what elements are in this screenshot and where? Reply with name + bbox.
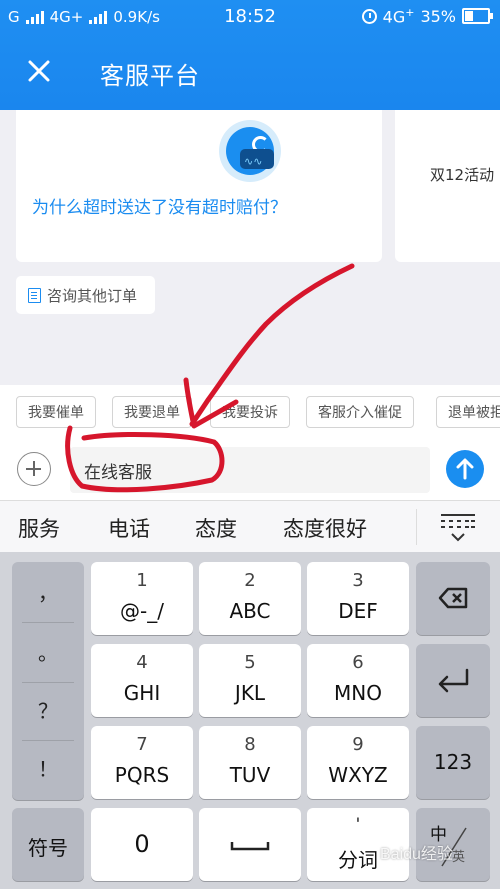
key-number: 1 xyxy=(136,570,148,591)
document-icon xyxy=(28,287,41,303)
candidate-word[interactable]: 态度 xyxy=(195,513,237,543)
faq-card-next-text: 双12活动 xyxy=(430,166,495,184)
key-1[interactable]: 1 @-_/ xyxy=(91,562,193,635)
key-7[interactable]: 7 PQRS xyxy=(91,726,193,799)
key-letters: DEF xyxy=(338,599,378,623)
arrow-up-icon xyxy=(456,458,474,480)
key-8[interactable]: 8 TUV xyxy=(199,726,301,799)
key-5[interactable]: 5 JKL xyxy=(199,644,301,717)
segment-apostrophe: ' xyxy=(355,814,361,833)
plus-button[interactable] xyxy=(17,452,51,486)
punctuation-column[interactable]: ， 。 ？ ！ xyxy=(12,562,84,800)
consult-label: 咨询其他订单 xyxy=(47,286,138,305)
space-bar-icon xyxy=(230,842,270,851)
key-letters: JKL xyxy=(234,681,266,705)
key-3[interactable]: 3 DEF xyxy=(307,562,409,635)
quick-tag[interactable]: 客服介入催促 xyxy=(306,396,414,428)
close-icon xyxy=(28,60,50,82)
quick-tag[interactable]: 我要催单 xyxy=(16,396,96,428)
ime-candidate-bar: 服务 电话 态度 态度很好 xyxy=(0,500,500,552)
watermark: Baidu经验 xyxy=(380,846,453,863)
network-type-sup: + xyxy=(405,6,415,19)
key-letters: TUV xyxy=(229,763,271,787)
quick-tag[interactable]: 我要投诉 xyxy=(210,396,290,428)
key-4[interactable]: 4 GHI xyxy=(91,644,193,717)
key-letters: GHI xyxy=(123,681,161,705)
quick-tag[interactable]: 我要退单 xyxy=(112,396,192,428)
input-bar xyxy=(0,440,500,500)
message-input[interactable] xyxy=(70,447,430,493)
avatar-inner: ∿∿ xyxy=(226,127,274,175)
enter-return-icon xyxy=(438,668,469,693)
expand-list-icon xyxy=(441,514,475,542)
key-number: 4 xyxy=(136,652,148,673)
key-letters: MNO xyxy=(334,681,382,705)
key-number: 3 xyxy=(352,570,364,591)
key-number: 9 xyxy=(352,734,364,755)
key-number: 6 xyxy=(352,652,364,673)
top-bar: G 4G+ 0.9K/s 18:52 4G+ 35% 客服平台 xyxy=(0,0,500,110)
key-letters: @-_/ xyxy=(120,599,164,623)
backspace-icon xyxy=(438,587,468,609)
page-title: 客服平台 xyxy=(100,62,200,90)
key-number: 8 xyxy=(244,734,256,755)
key-letters: PQRS xyxy=(114,763,170,787)
space-key[interactable] xyxy=(199,808,301,881)
close-button[interactable] xyxy=(24,52,54,88)
candidate-word[interactable]: 电话 xyxy=(108,513,150,543)
key-number: 2 xyxy=(244,570,256,591)
faq-question-link[interactable]: 为什么超时送达了没有超时赔付？ xyxy=(32,193,287,218)
key-2[interactable]: 2 ABC xyxy=(199,562,301,635)
status-bar: G 4G+ 0.9K/s 18:52 4G+ 35% xyxy=(0,0,500,34)
service-avatar: ∿∿ xyxy=(219,120,281,182)
key-9[interactable]: 9 WXYZ xyxy=(307,726,409,799)
candidate-word[interactable]: 态度很好 xyxy=(283,513,367,543)
key-6[interactable]: 6 MNO xyxy=(307,644,409,717)
enter-key[interactable] xyxy=(416,644,490,717)
quick-reply-bar[interactable]: 我要催单 我要退单 我要投诉 客服介入催促 退单被拒 xyxy=(0,385,500,440)
punct-divider xyxy=(22,622,74,623)
number-mode-key[interactable]: 123 xyxy=(416,726,490,799)
expand-candidates-button[interactable] xyxy=(432,509,484,545)
punct-key[interactable]: ， xyxy=(12,564,84,622)
symbols-key[interactable]: 符号 xyxy=(12,808,84,881)
send-button[interactable] xyxy=(446,450,484,488)
punct-key[interactable]: ？ xyxy=(12,682,84,740)
key-0[interactable]: 0 xyxy=(91,808,193,881)
key-number: 0 xyxy=(134,830,150,858)
faq-card-next[interactable] xyxy=(395,110,500,262)
symbols-label: 符号 xyxy=(28,836,68,860)
key-letters: ABC xyxy=(229,599,271,623)
network-type-label: 4G xyxy=(382,7,406,27)
chat-area[interactable]: 双12活动 ∿∿ 为什么超时送达了没有超时赔付？ 咨询其他订单 xyxy=(0,110,500,385)
key-letters: WXYZ xyxy=(328,763,388,787)
network-type: 4G+ xyxy=(383,6,415,26)
backspace-key[interactable] xyxy=(416,562,490,635)
battery-percent: 35% xyxy=(420,6,456,26)
consult-other-order-button[interactable]: 咨询其他订单 xyxy=(16,276,156,314)
quick-tag[interactable]: 退单被拒 xyxy=(436,396,500,428)
key-number: 5 xyxy=(244,652,256,673)
heartbeat-icon: ∿∿ xyxy=(244,155,263,168)
punct-key[interactable]: 。 xyxy=(12,624,84,682)
keyboard: ， 。 ？ ！ 1 @-_/ 2 ABC 3 DEF 4 GHI 5 JKL 6… xyxy=(0,552,500,889)
key-number: 7 xyxy=(136,734,148,755)
battery-icon xyxy=(462,8,493,25)
number-mode-label: 123 xyxy=(433,750,473,774)
faq-card xyxy=(16,110,382,262)
candidate-word[interactable]: 服务 xyxy=(18,513,60,543)
candidate-divider xyxy=(416,509,417,545)
alarm-clock-icon xyxy=(361,8,377,24)
punct-key[interactable]: ！ xyxy=(12,740,84,798)
status-right: 4G+ 35% xyxy=(361,6,493,26)
